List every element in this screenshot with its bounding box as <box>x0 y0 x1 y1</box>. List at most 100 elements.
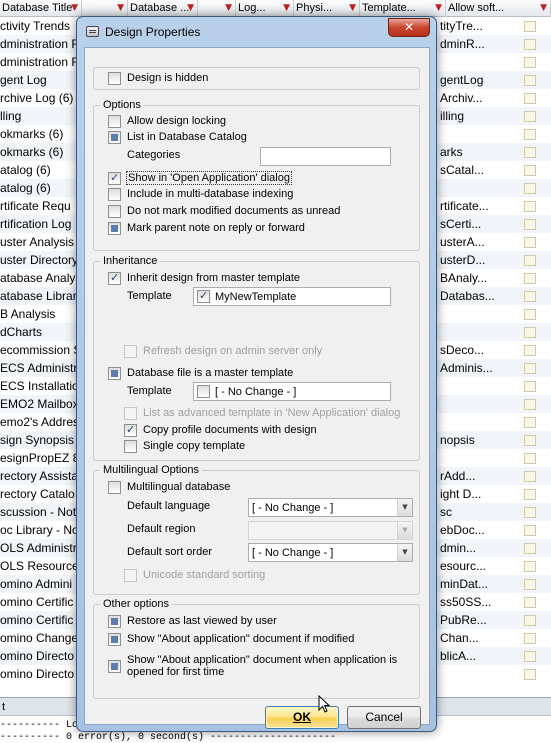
mark-parent-checkbox[interactable] <box>108 222 121 235</box>
allow-soft-checkbox[interactable] <box>524 75 536 86</box>
template-name: minDat... <box>440 577 489 591</box>
allow-soft-checkbox[interactable] <box>524 399 536 410</box>
allow-soft-checkbox[interactable] <box>524 165 536 176</box>
database-title: emo2's Addres <box>0 415 80 429</box>
allow-soft-checkbox[interactable] <box>524 381 536 392</box>
allow-soft-checkbox[interactable] <box>524 669 536 680</box>
allow-soft-checkbox[interactable] <box>524 327 536 338</box>
database-title: sign Synopsis <box>0 433 75 447</box>
allow-soft-checkbox[interactable] <box>524 417 536 428</box>
filter-sort-icon[interactable]: ▼ <box>349 3 356 13</box>
database-title: rtificate Requ <box>0 199 71 213</box>
allow-locking-checkbox[interactable] <box>108 115 121 128</box>
allow-soft-checkbox[interactable] <box>524 579 536 590</box>
inherit-template-input[interactable]: MyNewTemplate <box>193 287 391 306</box>
column-header[interactable]: Physi... ▼ <box>294 0 360 17</box>
multilingual-group-title: Multilingual Options <box>100 464 202 476</box>
database-title: oc Library - No <box>0 523 79 537</box>
list-catalog-checkbox[interactable] <box>108 131 121 144</box>
single-copy-checkbox[interactable] <box>124 440 137 453</box>
column-header[interactable]: Database Title ▼ <box>0 0 82 17</box>
allow-soft-checkbox[interactable] <box>524 147 536 158</box>
inherit-master-checkbox[interactable] <box>108 271 121 285</box>
allow-soft-checkbox[interactable] <box>524 201 536 212</box>
inherit-template-checkbox[interactable] <box>197 289 210 303</box>
allow-soft-checkbox[interactable] <box>524 183 536 194</box>
restore-last-checkbox[interactable] <box>108 615 121 628</box>
chevron-down-icon[interactable]: ▼ <box>397 499 412 516</box>
master-template-checkbox[interactable] <box>197 385 210 398</box>
is-master-checkbox[interactable] <box>108 367 121 380</box>
allow-soft-checkbox[interactable] <box>524 615 536 626</box>
template-name: sc <box>440 505 452 519</box>
default-sort-select[interactable]: [ - No Change - ] ▼ <box>248 543 413 562</box>
allow-soft-checkbox[interactable] <box>524 471 536 482</box>
allow-soft-checkbox[interactable] <box>524 309 536 320</box>
allow-soft-checkbox[interactable] <box>524 363 536 374</box>
allow-soft-checkbox[interactable] <box>524 561 536 572</box>
allow-soft-checkbox[interactable] <box>524 633 536 644</box>
database-title: gent Log <box>0 73 47 87</box>
allow-soft-checkbox[interactable] <box>524 255 536 266</box>
column-header[interactable]: ▼ <box>82 0 128 17</box>
filter-sort-icon[interactable]: ▼ <box>187 3 194 13</box>
column-header[interactable]: Database ... ▼ <box>128 0 198 17</box>
allow-soft-checkbox[interactable] <box>524 345 536 356</box>
show-about-modified-checkbox[interactable] <box>108 633 121 646</box>
template-name: Archiv... <box>440 91 483 105</box>
column-header[interactable]: ▼ <box>198 0 236 17</box>
filter-sort-icon[interactable]: ▼ <box>225 3 232 13</box>
template-name: usterA... <box>440 235 485 249</box>
cancel-button[interactable]: Cancel <box>347 706 421 729</box>
default-language-select[interactable]: [ - No Change - ] ▼ <box>248 498 413 517</box>
database-title: uster Analysis <box>0 235 75 249</box>
allow-soft-checkbox[interactable] <box>524 57 536 68</box>
filter-sort-icon[interactable]: ▼ <box>283 3 290 13</box>
multilingual-db-checkbox[interactable] <box>108 481 121 494</box>
allow-soft-checkbox[interactable] <box>524 237 536 248</box>
show-about-first-checkbox[interactable] <box>108 660 121 673</box>
show-open-app-checkbox[interactable] <box>108 171 121 185</box>
column-header[interactable]: Log... ▼ <box>236 0 294 17</box>
allow-soft-checkbox[interactable] <box>524 489 536 500</box>
allow-soft-checkbox[interactable] <box>524 435 536 446</box>
allow-soft-checkbox[interactable] <box>524 39 536 50</box>
database-title: omino Directo <box>0 649 75 663</box>
template-name: Adminis... <box>440 361 493 375</box>
column-header[interactable]: Allow soft... ▼ <box>446 0 551 17</box>
no-mark-unread-checkbox[interactable] <box>108 205 121 218</box>
categories-label: Categories <box>127 149 181 161</box>
column-header[interactable]: Template... ▼ <box>360 0 446 17</box>
allow-soft-checkbox[interactable] <box>524 93 536 104</box>
close-button[interactable]: ✕ <box>388 18 430 37</box>
database-title: EMO2 Mailbox <box>0 397 79 411</box>
allow-soft-checkbox[interactable] <box>524 219 536 230</box>
allow-soft-checkbox[interactable] <box>524 273 536 284</box>
show-about-first-label-line2: opened for first time <box>127 666 225 678</box>
database-title: omino Certific <box>0 613 74 627</box>
show-about-first-label-line1: Show "About application" document when a… <box>127 654 398 666</box>
design-hidden-checkbox[interactable] <box>108 72 121 85</box>
allow-soft-checkbox[interactable] <box>524 543 536 554</box>
copy-profile-checkbox[interactable] <box>124 423 137 437</box>
allow-soft-checkbox[interactable] <box>524 21 536 32</box>
multi-db-index-checkbox[interactable] <box>108 188 121 201</box>
allow-locking-label: Allow design locking <box>127 115 227 127</box>
filter-sort-icon[interactable]: ▼ <box>540 3 547 13</box>
dialog-titlebar[interactable]: Design Properties ✕ <box>77 17 436 47</box>
allow-soft-checkbox[interactable] <box>524 129 536 140</box>
allow-soft-checkbox[interactable] <box>524 651 536 662</box>
database-title: rtification Log <box>0 217 72 231</box>
allow-soft-checkbox[interactable] <box>524 291 536 302</box>
filter-sort-icon[interactable]: ▼ <box>117 3 124 13</box>
allow-soft-checkbox[interactable] <box>524 525 536 536</box>
allow-soft-checkbox[interactable] <box>524 453 536 464</box>
categories-input[interactable] <box>260 147 391 166</box>
allow-soft-checkbox[interactable] <box>524 597 536 608</box>
filter-sort-icon[interactable]: ▼ <box>71 3 78 13</box>
chevron-down-icon[interactable]: ▼ <box>397 544 412 561</box>
allow-soft-checkbox[interactable] <box>524 111 536 122</box>
master-template-input[interactable]: [ - No Change - ] <box>193 382 391 401</box>
filter-sort-icon[interactable]: ▼ <box>435 3 442 13</box>
allow-soft-checkbox[interactable] <box>524 507 536 518</box>
